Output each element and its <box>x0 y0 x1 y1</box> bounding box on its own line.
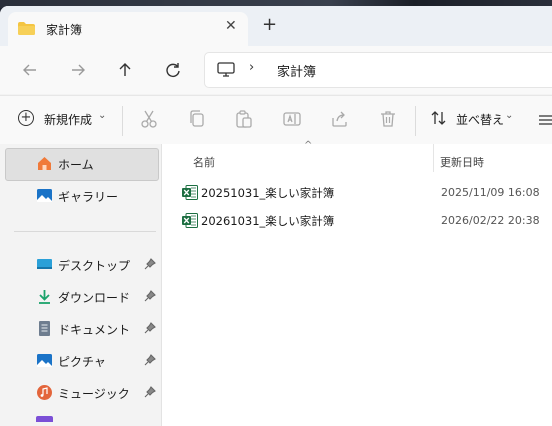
excel-icon <box>182 213 198 228</box>
close-icon[interactable]: ✕ <box>225 18 237 34</box>
delete-icon[interactable] <box>378 109 398 129</box>
column-header-modified[interactable]: 更新日時 <box>440 154 484 170</box>
file-explorer-window: 家計簿 ✕ + › 家計簿 + 新規作成 ⌄ 並べ替え ⌄ ホーム ギャラリー … <box>0 6 552 426</box>
download-icon <box>39 290 50 304</box>
breadcrumb-location[interactable]: 家計簿 <box>277 61 316 80</box>
toolbar-divider <box>415 106 416 136</box>
sidebar-item-label: デスクトップ <box>58 259 131 273</box>
file-name: 20261031_楽しい家計簿 <box>201 214 335 228</box>
view-menu-icon[interactable] <box>538 113 552 127</box>
home-icon <box>38 157 51 170</box>
sidebar-item-label: ピクチャ <box>58 355 106 369</box>
sort-button-label: 並べ替え <box>456 113 505 127</box>
pin-icon[interactable] <box>144 354 156 366</box>
sidebar-item-label: ホーム <box>58 158 94 172</box>
column-divider[interactable] <box>433 144 434 172</box>
rename-icon[interactable] <box>282 109 302 129</box>
folder-icon <box>18 22 35 35</box>
up-icon[interactable] <box>115 60 135 80</box>
pin-icon[interactable] <box>144 386 156 398</box>
sort-ascending-icon: ^ <box>304 140 313 151</box>
command-bar: + 新規作成 ⌄ 並べ替え ⌄ <box>0 95 552 145</box>
navigation-bar: › 家計簿 <box>0 46 552 94</box>
share-icon[interactable] <box>330 109 350 129</box>
sidebar-item-label: ダウンロード <box>58 291 131 305</box>
breadcrumb-chevron-icon[interactable]: › <box>249 60 254 75</box>
sidebar-item-label: ドキュメント <box>58 323 131 337</box>
paste-icon[interactable] <box>234 109 254 129</box>
sidebar-item-label: ギャラリー <box>58 190 119 204</box>
file-list: ^ 名前 更新日時 20251031_楽しい家計簿 2025/11/09 16:… <box>162 140 552 426</box>
chevron-down-icon: ⌄ <box>505 110 514 121</box>
new-tab-button[interactable]: + <box>262 16 277 34</box>
music-icon <box>37 385 52 400</box>
tab-bar: 家計簿 ✕ + <box>0 6 552 46</box>
tab-title: 家計簿 <box>46 23 83 37</box>
column-header-name[interactable]: 名前 <box>193 154 215 170</box>
sort-icon <box>431 111 446 125</box>
back-icon[interactable] <box>20 60 40 80</box>
forward-icon[interactable] <box>68 60 88 80</box>
copy-icon[interactable] <box>187 109 207 129</box>
cut-icon[interactable] <box>139 109 159 129</box>
new-button-label: 新規作成 <box>44 113 93 127</box>
toolbar-divider <box>122 106 123 136</box>
file-modified: 2026/02/22 20:38 <box>441 214 540 227</box>
sidebar-divider <box>14 231 156 232</box>
file-modified: 2025/11/09 16:08 <box>441 186 540 199</box>
sidebar-item-label: ミュージック <box>58 387 130 401</box>
gallery-icon <box>37 189 52 202</box>
desktop-icon <box>37 259 52 269</box>
computer-icon <box>217 62 235 77</box>
sidebar-item-videos-icon <box>36 416 53 422</box>
table-row[interactable]: 20261031_楽しい家計簿 2026/02/22 20:38 <box>162 208 552 234</box>
add-icon: + <box>18 110 34 126</box>
pin-icon[interactable] <box>144 258 156 270</box>
tab-active[interactable]: 家計簿 ✕ <box>8 12 248 46</box>
pictures-icon <box>37 354 52 367</box>
address-bar[interactable]: › 家計簿 <box>204 52 552 88</box>
table-row[interactable]: 20251031_楽しい家計簿 2025/11/09 16:08 <box>162 180 552 206</box>
chevron-down-icon: ⌄ <box>98 110 107 121</box>
pin-icon[interactable] <box>144 290 156 302</box>
navigation-pane: ホーム ギャラリー デスクトップ ダウンロード ドキュメント ピクチャ ミュージ… <box>0 144 161 426</box>
file-name: 20251031_楽しい家計簿 <box>201 186 335 200</box>
pin-icon[interactable] <box>144 322 156 334</box>
refresh-icon[interactable] <box>163 60 183 80</box>
excel-icon <box>182 185 198 200</box>
documents-icon <box>39 321 50 336</box>
